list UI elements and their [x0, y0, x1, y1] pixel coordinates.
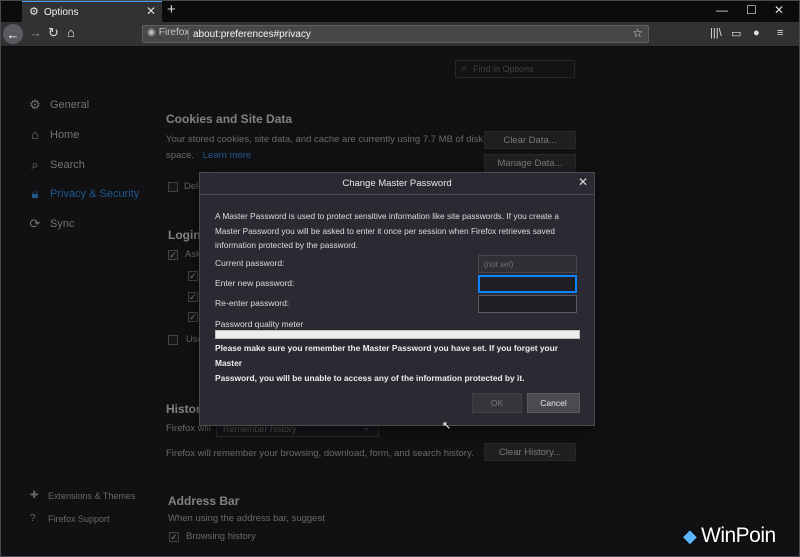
minimize-icon[interactable]: — — [716, 3, 728, 17]
account-icon[interactable]: ● — [753, 27, 760, 39]
quality-meter-label: Password quality meter — [215, 319, 304, 329]
back-button[interactable]: ← — [3, 24, 23, 44]
arrow-left-icon: ← — [6, 26, 20, 42]
title-bar: ⚙ Options ✕ + — ☐ ✕ — [0, 0, 800, 22]
watermark-text: WinPoin — [701, 524, 776, 547]
new-password-field[interactable] — [478, 275, 577, 293]
mouse-cursor-icon: ↖ — [442, 420, 452, 432]
dialog-close-icon[interactable]: ✕ — [578, 175, 588, 189]
url-separator — [188, 28, 189, 40]
dialog-intro-line: information protected by the password. — [215, 240, 358, 250]
dialog-warning-line: Please make sure you remember the Master… — [215, 343, 559, 368]
tab-options[interactable]: ⚙ Options ✕ — [22, 0, 162, 22]
gear-icon: ⚙ — [29, 6, 39, 18]
password-quality-meter — [215, 330, 580, 339]
change-master-password-dialog: Change Master Password ✕ A Master Passwo… — [199, 172, 595, 426]
dialog-warning-line: Password, you will be unable to access a… — [215, 373, 525, 383]
url-bar[interactable]: ◉ Firefox ☆ — [142, 25, 649, 43]
dialog-intro-line: Master Password you will be asked to ent… — [215, 225, 555, 236]
dialog-intro-line: A Master Password is used to protect sen… — [215, 211, 560, 221]
watermark: ◆ WinPoin — [683, 524, 776, 548]
identity-label: Firefox — [158, 27, 190, 38]
new-password-label: Enter new password: — [215, 278, 295, 288]
winpoin-logo-icon: ◆ — [683, 526, 697, 546]
maximize-icon[interactable]: ☐ — [746, 3, 757, 17]
menu-icon[interactable]: ≡ — [777, 27, 783, 39]
forward-button[interactable]: → — [29, 25, 42, 40]
cancel-button[interactable]: Cancel — [527, 393, 580, 413]
tab-title: Options — [44, 6, 79, 18]
current-password-field — [478, 255, 577, 273]
bookmark-star-icon[interactable]: ☆ — [632, 26, 643, 40]
library-icon[interactable]: |||\ — [710, 27, 722, 39]
dialog-header: Change Master Password ✕ — [200, 173, 594, 195]
firefox-logo-icon: ◉ — [147, 27, 156, 38]
dialog-title: Change Master Password — [342, 178, 452, 189]
reenter-password-field[interactable] — [478, 295, 577, 313]
dialog-intro-text: A Master Password is used to protect sen… — [215, 209, 559, 253]
url-input[interactable] — [193, 26, 613, 42]
identity-box[interactable]: ◉ Firefox — [147, 27, 189, 38]
current-password-label: Current password: — [215, 258, 285, 268]
window-close-icon[interactable]: ✕ — [774, 3, 784, 17]
dialog-warning-text: Please make sure you remember the Master… — [215, 341, 585, 386]
sidebar-icon[interactable]: ▭ — [731, 27, 741, 40]
home-button[interactable]: ⌂ — [67, 25, 75, 40]
ok-button[interactable]: OK — [472, 393, 522, 413]
tab-close-icon[interactable]: ✕ — [146, 4, 156, 18]
reload-button[interactable]: ↻ — [48, 25, 59, 41]
new-tab-button[interactable]: + — [167, 1, 176, 18]
reenter-password-label: Re-enter password: — [215, 298, 290, 308]
